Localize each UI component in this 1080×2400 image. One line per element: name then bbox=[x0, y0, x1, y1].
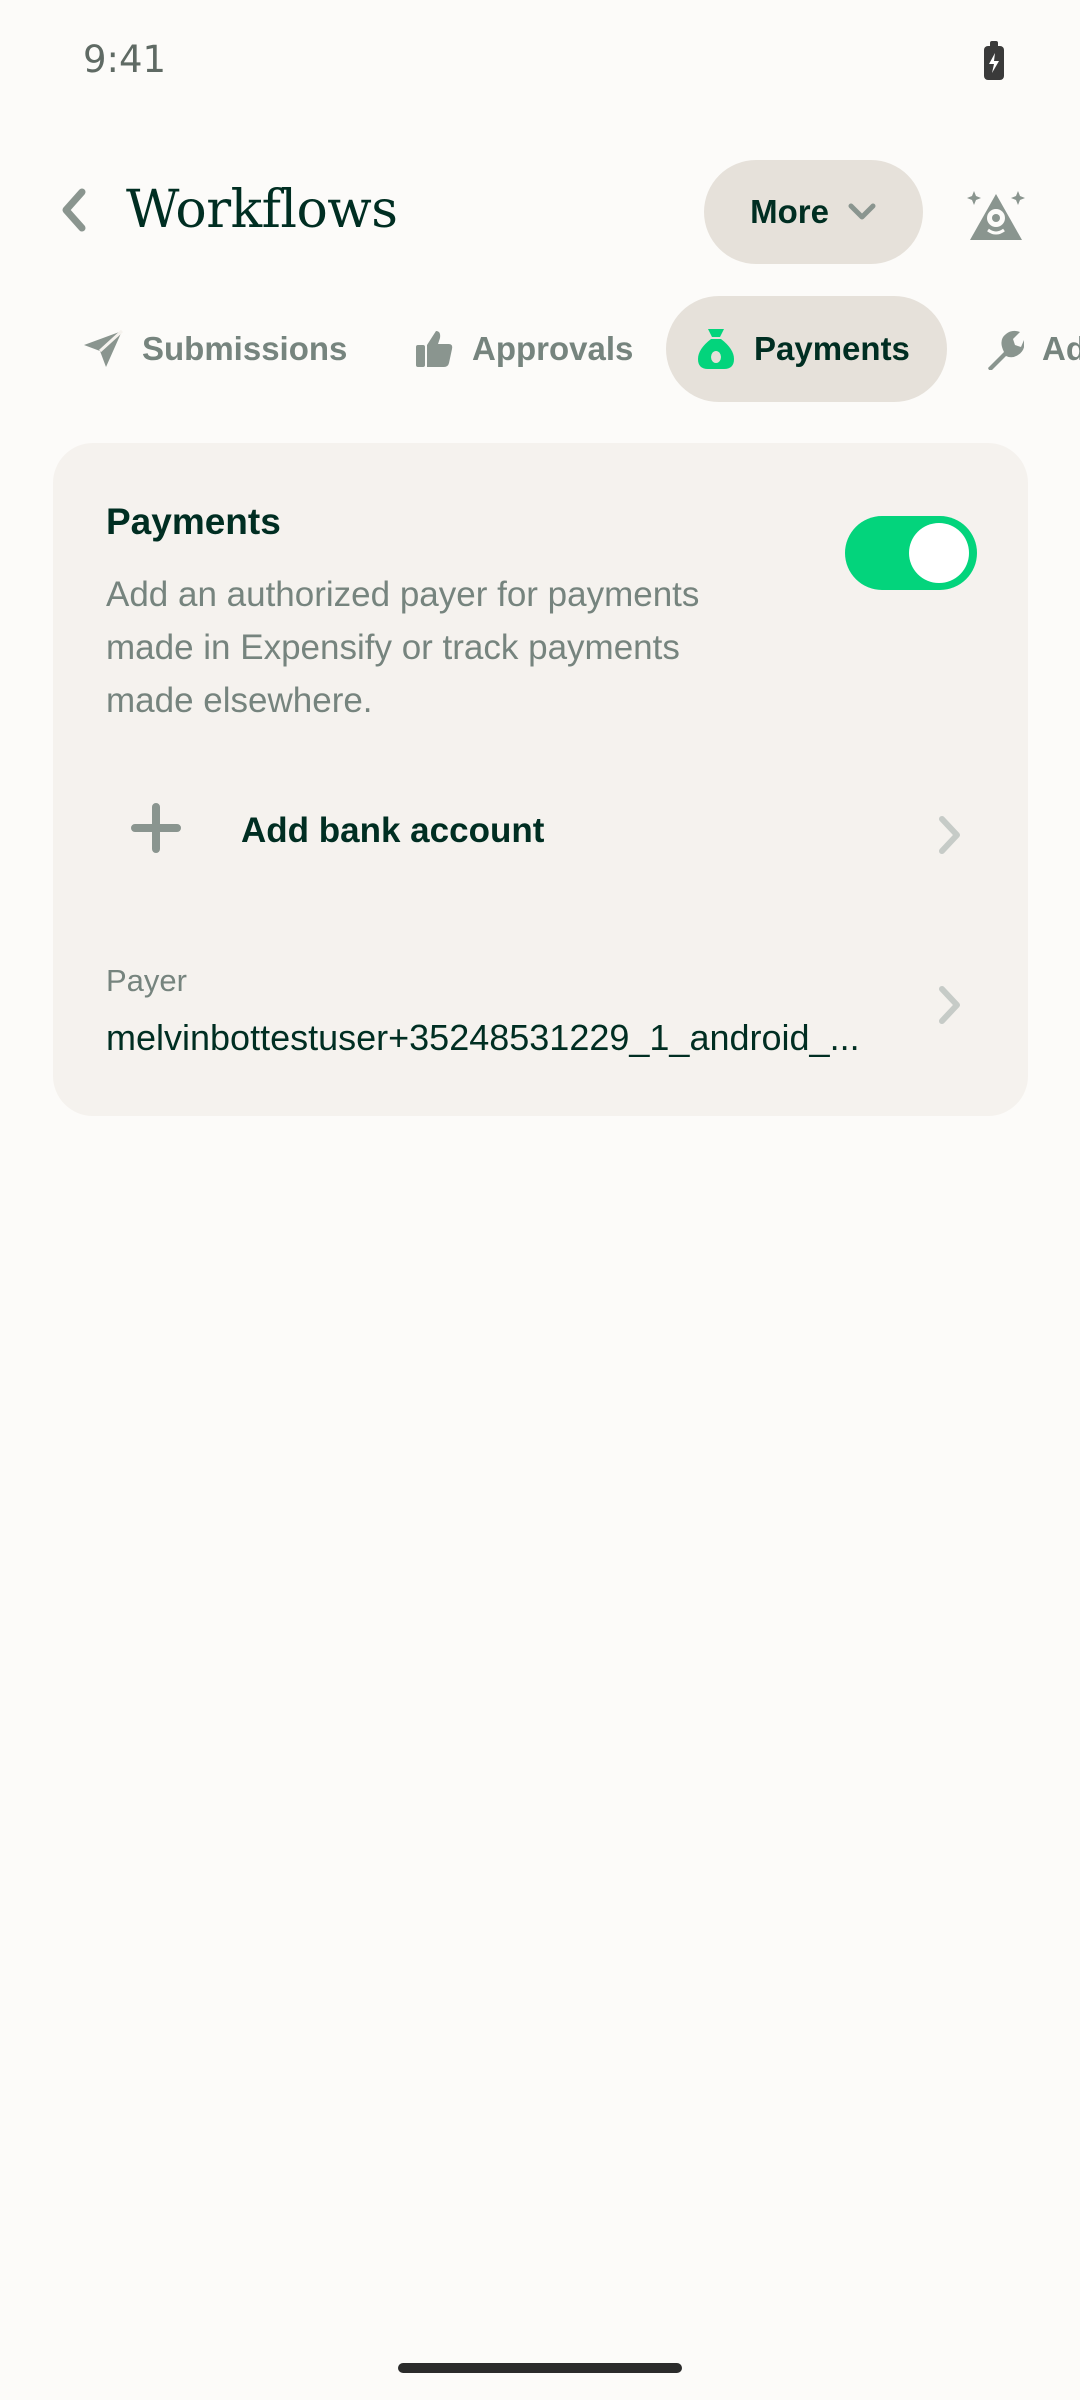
tab-label: Ad bbox=[1042, 330, 1080, 367]
chevron-right-icon bbox=[939, 986, 960, 1024]
payments-toggle[interactable] bbox=[845, 516, 977, 590]
concierge-avatar-icon[interactable] bbox=[960, 180, 1032, 252]
money-bag-icon bbox=[698, 329, 734, 369]
tab-approvals[interactable]: Approvals bbox=[384, 296, 663, 402]
home-indicator[interactable] bbox=[398, 2363, 682, 2373]
add-bank-account-row[interactable]: Add bank account bbox=[53, 773, 1028, 893]
payer-value: melvinbottestuser+35248531229_1_android_… bbox=[106, 1017, 860, 1058]
page-title: Workflows bbox=[126, 180, 398, 240]
tab-advanced[interactable]: Ad bbox=[952, 296, 1080, 402]
plus-icon bbox=[131, 803, 181, 853]
chevron-left-icon bbox=[62, 188, 85, 232]
payer-row[interactable]: Payer melvinbottestuser+35248531229_1_an… bbox=[53, 943, 1028, 1083]
payments-card: Payments Add an authorized payer for pay… bbox=[53, 443, 1028, 1116]
tab-submissions[interactable]: Submissions bbox=[52, 296, 377, 402]
add-bank-account-label: Add bank account bbox=[241, 811, 545, 850]
status-time: 9:41 bbox=[83, 38, 167, 81]
more-button[interactable]: More bbox=[704, 160, 923, 264]
chevron-down-icon bbox=[848, 203, 876, 220]
payer-label: Payer bbox=[106, 963, 187, 998]
header: Workflows More bbox=[0, 150, 1080, 270]
paper-plane-icon bbox=[84, 329, 124, 367]
tab-bar: Submissions Approvals Payments Ad bbox=[0, 296, 1080, 402]
toggle-knob bbox=[909, 523, 969, 583]
back-button[interactable] bbox=[45, 180, 100, 240]
card-title: Payments bbox=[106, 501, 281, 542]
wrench-icon bbox=[988, 330, 1024, 370]
thumbs-up-icon bbox=[416, 331, 453, 367]
chevron-right-icon bbox=[939, 816, 960, 854]
tab-payments[interactable]: Payments bbox=[666, 296, 947, 402]
tab-label: Payments bbox=[754, 330, 910, 367]
status-bar: 9:41 bbox=[0, 0, 1080, 128]
card-description: Add an authorized payer for payments mad… bbox=[106, 575, 700, 720]
tab-label: Approvals bbox=[472, 330, 634, 367]
battery-charging-icon bbox=[984, 41, 1004, 80]
tab-label: Submissions bbox=[142, 330, 348, 367]
more-label: More bbox=[750, 193, 829, 230]
